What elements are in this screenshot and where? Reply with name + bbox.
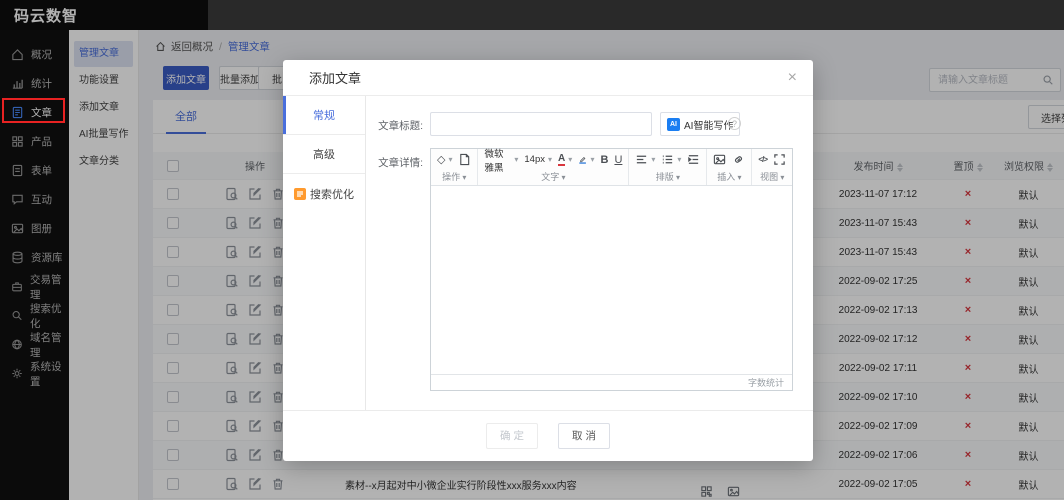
article-title-input[interactable] bbox=[430, 112, 652, 136]
editor-group-text: 微软雅黑▾ 14px▾ A▾ ▾ B U 文字 bbox=[478, 149, 629, 185]
ai-write-label: AI智能写作 bbox=[684, 117, 733, 132]
underline-icon[interactable]: U bbox=[614, 154, 622, 166]
font-size-select[interactable]: 14px bbox=[524, 154, 545, 165]
add-article-modal: 添加文章 × 常规高级搜索优化 文章标题: AI AI智能写作 ? 文章详情: … bbox=[283, 60, 813, 461]
modal-tab-高级[interactable]: 高级 bbox=[283, 135, 365, 174]
format-clear-icon[interactable]: ◇ bbox=[437, 153, 445, 166]
bold-icon[interactable]: B bbox=[600, 154, 608, 166]
modal-tab-label: 高级 bbox=[313, 146, 335, 162]
list-icon[interactable] bbox=[661, 153, 674, 166]
modal-header: 添加文章 × bbox=[283, 60, 813, 96]
indent-icon[interactable] bbox=[687, 153, 700, 166]
modal-tab-搜索优化[interactable]: 搜索优化 bbox=[283, 174, 365, 213]
insert-image-icon[interactable] bbox=[713, 153, 726, 166]
highlight-color-icon[interactable] bbox=[578, 153, 587, 166]
editor-status-bar: 字数统计 bbox=[431, 374, 792, 390]
rich-text-editor: ◇▾ 操作 微软雅黑▾ 14px▾ A▾ ▾ B U 文字 bbox=[430, 148, 793, 391]
modal-tab-label: 搜索优化 bbox=[310, 186, 354, 202]
ai-icon: AI bbox=[667, 118, 680, 131]
editor-group-view: </> 视图 bbox=[752, 149, 792, 185]
article-title-label: 文章标题: bbox=[361, 118, 423, 133]
paste-doc-icon[interactable] bbox=[458, 153, 471, 166]
editor-toolbar: ◇▾ 操作 微软雅黑▾ 14px▾ A▾ ▾ B U 文字 bbox=[431, 149, 792, 186]
align-icon[interactable] bbox=[635, 153, 648, 166]
modal-tab-label: 常规 bbox=[313, 107, 335, 123]
cancel-button[interactable]: 取 消 bbox=[558, 423, 610, 449]
font-color-icon[interactable]: A bbox=[558, 154, 565, 166]
seo-icon bbox=[294, 188, 306, 200]
help-icon[interactable]: ? bbox=[728, 117, 741, 130]
modal-tab-常规[interactable]: 常规 bbox=[283, 96, 365, 135]
modal-tab-column: 常规高级搜索优化 bbox=[283, 96, 366, 410]
article-detail-label: 文章详情: bbox=[361, 155, 423, 170]
word-count-label[interactable]: 字数统计 bbox=[748, 376, 784, 389]
editor-group-operations: ◇▾ 操作 bbox=[431, 149, 478, 185]
modal-footer: 确 定 取 消 bbox=[283, 410, 813, 461]
editor-content-area[interactable] bbox=[431, 186, 792, 374]
fullscreen-icon[interactable] bbox=[773, 153, 786, 166]
editor-group-insert: 插入 bbox=[707, 149, 752, 185]
source-code-icon[interactable]: </> bbox=[758, 155, 767, 164]
confirm-button[interactable]: 确 定 bbox=[486, 423, 538, 449]
close-icon[interactable]: × bbox=[788, 70, 797, 86]
insert-link-icon[interactable] bbox=[732, 153, 745, 166]
editor-group-layout: ▾ ▾ 排版 bbox=[629, 149, 707, 185]
modal-title: 添加文章 bbox=[309, 68, 361, 87]
